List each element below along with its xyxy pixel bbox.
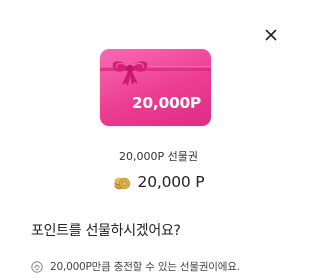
gift-card-image: 20,000P bbox=[100, 49, 211, 126]
info-text: 20,000P만큼 충전할 수 있는 선물권이에요. bbox=[50, 261, 240, 273]
close-icon bbox=[265, 29, 277, 41]
close-button[interactable] bbox=[262, 26, 280, 44]
gift-card-amount: 20,000P bbox=[131, 94, 201, 112]
price-row: 20,000 P bbox=[0, 173, 317, 191]
product-name: 20,000P 선물권 bbox=[119, 150, 198, 163]
gift-question: 포인트를 선물하시겠어요? bbox=[31, 223, 181, 239]
coin-stack-icon bbox=[114, 177, 130, 190]
info-badge-icon bbox=[31, 260, 43, 273]
gift-ribbon-icon bbox=[100, 61, 211, 86]
gift-dialog: 20,000P 20,000P 선물권 20,000 P 포인트를 선물하시겠어… bbox=[0, 0, 317, 278]
info-row: 20,000P만큼 충전할 수 있는 선물권이에요. bbox=[31, 259, 240, 274]
price-value: 20,000 P bbox=[137, 173, 205, 191]
